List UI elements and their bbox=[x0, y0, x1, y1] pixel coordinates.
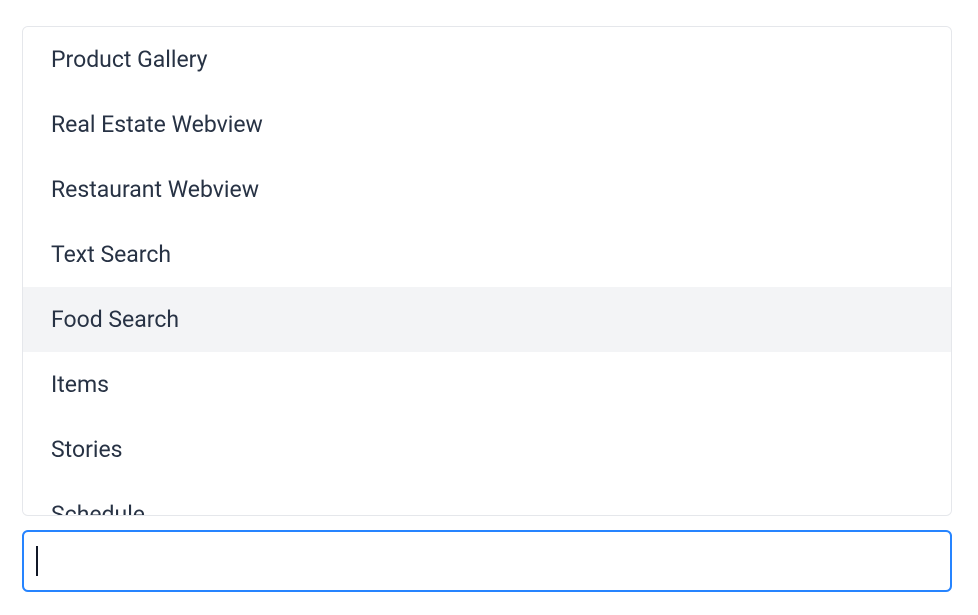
dropdown-list: Product Gallery Real Estate Webview Rest… bbox=[23, 27, 951, 516]
dropdown-item-items[interactable]: Items bbox=[23, 352, 951, 417]
dropdown-item-stories[interactable]: Stories bbox=[23, 417, 951, 482]
dropdown-item-label: Schedule bbox=[51, 501, 145, 516]
dropdown-item-label: Text Search bbox=[51, 241, 171, 268]
dropdown-item-label: Food Search bbox=[51, 306, 179, 333]
dropdown-item-real-estate-webview[interactable]: Real Estate Webview bbox=[23, 92, 951, 157]
dropdown-item-restaurant-webview[interactable]: Restaurant Webview bbox=[23, 157, 951, 222]
dropdown-item-food-search[interactable]: Food Search bbox=[23, 287, 951, 352]
dropdown-item-label: Restaurant Webview bbox=[51, 176, 259, 203]
search-input-container[interactable] bbox=[22, 530, 952, 592]
dropdown-panel: Product Gallery Real Estate Webview Rest… bbox=[22, 26, 952, 516]
search-input[interactable] bbox=[38, 532, 941, 590]
dropdown-item-label: Stories bbox=[51, 436, 123, 463]
dropdown-item-schedule[interactable]: Schedule bbox=[23, 482, 951, 516]
dropdown-item-product-gallery[interactable]: Product Gallery bbox=[23, 27, 951, 92]
dropdown-item-text-search[interactable]: Text Search bbox=[23, 222, 951, 287]
dropdown-item-label: Real Estate Webview bbox=[51, 111, 263, 138]
dropdown-item-label: Product Gallery bbox=[51, 46, 208, 73]
dropdown-item-label: Items bbox=[51, 371, 109, 398]
